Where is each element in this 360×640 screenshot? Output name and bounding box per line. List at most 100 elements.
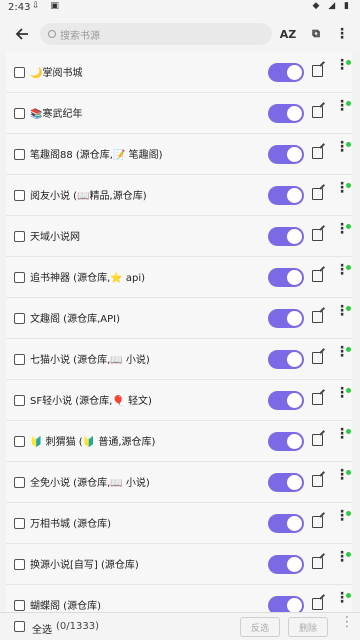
enable-toggle[interactable] (268, 186, 304, 205)
sort-az-icon[interactable]: AZ (278, 24, 298, 44)
enable-toggle[interactable] (268, 309, 304, 328)
source-row[interactable]: 蝴蝶阁 (源仓库) ⋮ (6, 585, 352, 612)
enable-toggle[interactable] (268, 63, 304, 82)
row-more-icon[interactable]: ⋮ (335, 99, 349, 113)
status-dot-icon (346, 388, 351, 393)
row-more-icon[interactable]: ⋮ (335, 468, 349, 482)
edit-icon[interactable] (312, 557, 323, 569)
row-more-icon[interactable]: ⋮ (335, 427, 349, 441)
invert-selection-button[interactable]: 反选 (240, 617, 280, 637)
row-checkbox[interactable] (14, 395, 25, 406)
source-name: 天域小说网 (30, 232, 80, 243)
row-checkbox[interactable] (14, 149, 25, 160)
enable-toggle[interactable] (268, 473, 304, 492)
edit-icon[interactable] (312, 598, 323, 610)
select-all-checkbox[interactable] (14, 621, 25, 632)
source-row[interactable]: 万相书城 (源仓库) ⋮ (6, 503, 352, 544)
status-time: 2:43 (8, 2, 31, 13)
enable-toggle[interactable] (268, 145, 304, 164)
source-row[interactable]: 追书神器 (源仓库,⭐ api) ⋮ (6, 257, 352, 298)
source-row[interactable]: 📚寒武纪年 ⋮ (6, 93, 352, 134)
overflow-menu-icon[interactable]: ⋮ (332, 24, 352, 44)
status-dot-icon (346, 347, 351, 352)
row-more-icon[interactable]: ⋮ (335, 345, 349, 359)
enable-toggle[interactable] (268, 268, 304, 287)
row-more-icon[interactable]: ⋮ (335, 304, 349, 318)
source-list: 🌙掌阅书城 ⋮ 📚寒武纪年 ⋮ 笔趣阁88 (源仓库,📝 笔趣阁) ⋮ 阅友小说 (📖精品,… (0, 52, 360, 612)
source-row[interactable]: 七猫小说 (源仓库,📖 小说) ⋮ (6, 339, 352, 380)
status-dot-icon (346, 306, 351, 311)
row-more-icon[interactable]: ⋮ (335, 181, 349, 195)
row-more-icon[interactable]: ⋮ (335, 58, 349, 72)
status-dot-icon (346, 429, 351, 434)
source-row[interactable]: SF轻小说 (源仓库,🎈 轻文) ⋮ (6, 380, 352, 421)
row-checkbox[interactable] (14, 477, 25, 488)
source-row[interactable]: 天域小说网 ⋮ (6, 216, 352, 257)
status-dot-icon (346, 552, 351, 557)
search-input[interactable]: 搜索书源 (40, 23, 272, 45)
source-row[interactable]: 🌙掌阅书城 ⋮ (6, 52, 352, 93)
row-checkbox[interactable] (14, 313, 25, 324)
row-more-icon[interactable]: ⋮ (335, 591, 349, 605)
edit-icon[interactable] (312, 311, 323, 323)
row-checkbox[interactable] (14, 67, 25, 78)
enable-toggle[interactable] (268, 391, 304, 410)
status-dot-icon (346, 470, 351, 475)
row-checkbox[interactable] (14, 272, 25, 283)
bottom-overflow-icon[interactable]: ⋮ (340, 615, 354, 629)
enable-toggle[interactable] (268, 432, 304, 451)
source-row[interactable]: 换源小说[自写] (源仓库) ⋮ (6, 544, 352, 585)
enable-toggle[interactable] (268, 596, 304, 612)
enable-toggle[interactable] (268, 555, 304, 574)
edit-icon[interactable] (312, 475, 323, 487)
source-row[interactable]: 🔰 刺猬猫 (🔰 普通,源仓库) ⋮ (6, 421, 352, 462)
back-arrow-icon[interactable] (10, 22, 34, 46)
row-checkbox[interactable] (14, 436, 25, 447)
edit-icon[interactable] (312, 434, 323, 446)
row-more-icon[interactable]: ⋮ (335, 550, 349, 564)
status-dot-icon (346, 224, 351, 229)
edit-icon[interactable] (312, 352, 323, 364)
source-name: 笔趣阁88 (源仓库,📝 笔趣阁) (30, 150, 163, 161)
source-name: 全免小说 (源仓库,📖 小说) (30, 478, 150, 489)
source-row[interactable]: 文趣阁 (源仓库,API) ⋮ (6, 298, 352, 339)
row-checkbox[interactable] (14, 231, 25, 242)
edit-icon[interactable] (312, 270, 323, 282)
notification-icons: ⇩ ▣ (32, 1, 63, 11)
enable-toggle[interactable] (268, 104, 304, 123)
enable-toggle[interactable] (268, 514, 304, 533)
row-more-icon[interactable]: ⋮ (335, 140, 349, 154)
row-more-icon[interactable]: ⋮ (335, 386, 349, 400)
enable-toggle[interactable] (268, 227, 304, 246)
row-checkbox[interactable] (14, 190, 25, 201)
delete-button[interactable]: 删除 (288, 617, 328, 637)
row-checkbox[interactable] (14, 600, 25, 611)
edit-icon[interactable] (312, 516, 323, 528)
edit-icon[interactable] (312, 229, 323, 241)
row-more-icon[interactable]: ⋮ (335, 222, 349, 236)
system-icons: ◆ ◢ ▮ (312, 1, 352, 11)
edit-icon[interactable] (312, 393, 323, 405)
search-placeholder: 搜索书源 (60, 30, 100, 42)
edit-icon[interactable] (312, 188, 323, 200)
edit-icon[interactable] (312, 65, 323, 77)
source-row[interactable]: 笔趣阁88 (源仓库,📝 笔趣阁) ⋮ (6, 134, 352, 175)
row-checkbox[interactable] (14, 559, 25, 570)
edit-icon[interactable] (312, 147, 323, 159)
status-bar: 2:43 ⇩ ▣ ◆ ◢ ▮ (0, 0, 360, 16)
group-icon[interactable]: ⧉ (306, 24, 326, 44)
status-dot-icon (346, 511, 351, 516)
select-all-label[interactable]: 全选 (32, 621, 52, 636)
row-more-icon[interactable]: ⋮ (335, 509, 349, 523)
source-row[interactable]: 阅友小说 (📖精品,源仓库) ⋮ (6, 175, 352, 216)
row-checkbox[interactable] (14, 518, 25, 529)
row-more-icon[interactable]: ⋮ (335, 263, 349, 277)
enable-toggle[interactable] (268, 350, 304, 369)
source-row[interactable]: 全免小说 (源仓库,📖 小说) ⋮ (6, 462, 352, 503)
edit-icon[interactable] (312, 106, 323, 118)
source-name: 🔰 刺猬猫 (🔰 普通,源仓库) (30, 437, 156, 448)
status-dot-icon (346, 101, 351, 106)
row-checkbox[interactable] (14, 108, 25, 119)
row-checkbox[interactable] (14, 354, 25, 365)
source-name: 蝴蝶阁 (源仓库) (30, 601, 101, 612)
